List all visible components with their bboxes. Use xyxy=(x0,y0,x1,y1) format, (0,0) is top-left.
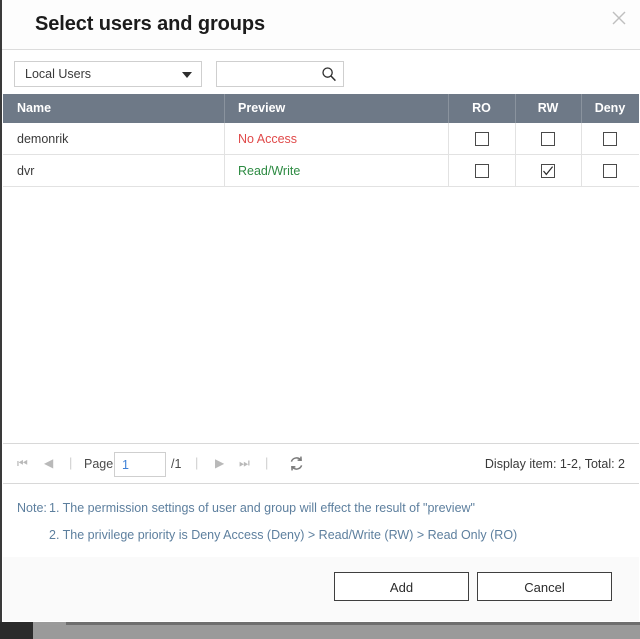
first-page-icon[interactable]: ⏮ xyxy=(17,456,28,471)
refresh-icon[interactable] xyxy=(288,455,305,472)
search-icon[interactable] xyxy=(321,66,337,82)
column-header-deny: Deny xyxy=(594,101,626,115)
cell-ro[interactable] xyxy=(448,123,515,155)
checkbox-deny[interactable] xyxy=(603,132,617,146)
checkbox-ro[interactable] xyxy=(474,164,489,178)
note-section: Note: 1. The permission settings of user… xyxy=(3,485,639,557)
column-header-rw: RW xyxy=(537,101,559,115)
page-total-label: /1 xyxy=(171,457,182,471)
checkbox-ro[interactable] xyxy=(474,132,489,146)
page-title: Select users and groups xyxy=(35,13,265,35)
cell-preview-status: Read/Write xyxy=(238,164,301,178)
bottom-scrollbar[interactable] xyxy=(33,622,640,639)
select-users-and-groups-dialog: Select users and groups Local Users Name… xyxy=(0,0,640,622)
table-row[interactable]: dvr Read/Write xyxy=(3,155,639,187)
scrollbar-shadow xyxy=(66,622,640,625)
note-line-1: 1. The permission settings of user and g… xyxy=(49,501,475,515)
table-header-row: Name Preview RO RW Deny xyxy=(3,94,639,123)
cancel-button[interactable]: Cancel xyxy=(477,572,612,601)
dialog-footer: Add Cancel xyxy=(3,557,639,621)
chevron-down-icon xyxy=(182,72,192,78)
user-source-selected-label: Local Users xyxy=(25,67,91,81)
search-input[interactable] xyxy=(217,62,319,86)
note-label: Note: xyxy=(17,501,47,515)
user-source-dropdown[interactable]: Local Users xyxy=(14,61,202,87)
column-header-ro: RO xyxy=(472,101,491,115)
cell-ro[interactable] xyxy=(448,155,515,187)
cell-preview-status: No Access xyxy=(238,132,298,146)
column-header-name: Name xyxy=(17,101,52,115)
page-label: Page xyxy=(84,457,114,471)
cell-user-name: demonrik xyxy=(17,132,69,146)
checkbox-rw[interactable] xyxy=(541,132,555,146)
dialog-titlebar: Select users and groups xyxy=(2,0,640,50)
search-box[interactable] xyxy=(216,61,344,87)
checkbox-deny[interactable] xyxy=(603,164,617,178)
checkbox-rw[interactable] xyxy=(541,164,555,178)
window-bottom-chrome xyxy=(0,622,640,639)
next-page-icon[interactable]: ▶ xyxy=(215,456,224,470)
users-table: Name Preview RO RW Deny demonrik No Acce… xyxy=(3,94,639,444)
column-header-preview: Preview xyxy=(238,101,286,115)
last-page-icon[interactable]: ⏭ xyxy=(239,456,250,471)
cell-deny[interactable] xyxy=(581,123,639,155)
table-row[interactable]: demonrik No Access xyxy=(3,123,639,155)
cell-rw[interactable] xyxy=(515,123,581,155)
previous-page-icon[interactable]: ◀ xyxy=(44,456,53,470)
display-item-count: Display item: 1-2, Total: 2 xyxy=(484,457,625,471)
cell-deny[interactable] xyxy=(581,155,639,187)
bottom-left-chrome xyxy=(0,622,33,639)
page-number-input[interactable] xyxy=(114,452,166,477)
note-line-2: 2. The privilege priority is Deny Access… xyxy=(49,528,518,542)
cell-user-name: dvr xyxy=(17,164,35,178)
add-button[interactable]: Add xyxy=(334,572,469,601)
close-icon[interactable] xyxy=(606,5,632,31)
cell-rw[interactable] xyxy=(515,155,581,187)
pagination-bar: ⏮ ◀ | Page /1 | ▶ ⏭ | Display item: 1-2,… xyxy=(3,445,639,484)
